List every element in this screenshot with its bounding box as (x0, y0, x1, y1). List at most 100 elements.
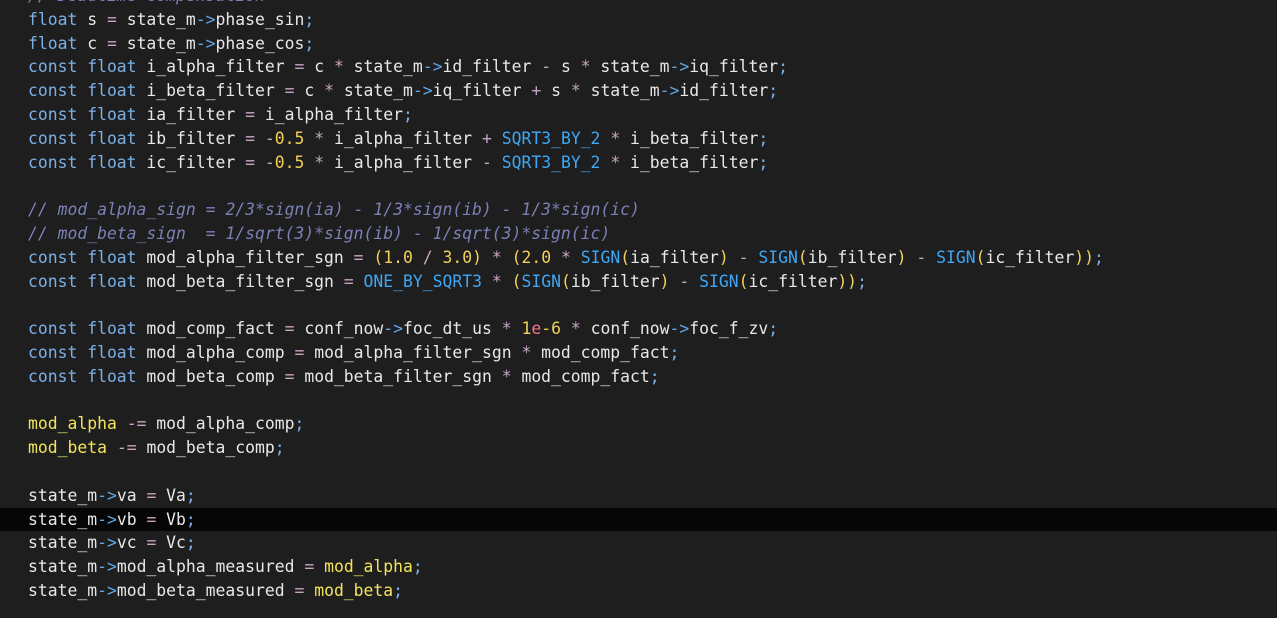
code-token-ident: id_filter (679, 81, 769, 101)
code-token-punct: ; (778, 57, 788, 77)
code-token-punct: ; (768, 81, 779, 101)
code-token-macro: SIGN (521, 271, 561, 291)
code-line[interactable]: // mod_beta_sign = 1/sqrt(3)*sign(ib) - … (0, 222, 1277, 246)
code-token-ident: id_filter (442, 57, 542, 77)
code-token-ident: ic_filter (985, 247, 1075, 267)
code-line-current[interactable]: state_m->vb = Vb; (0, 507, 1277, 532)
code-token-ident: mod_alpha_comp (136, 342, 295, 362)
code-token-punct: ; (758, 128, 769, 148)
code-token-number: 1.0 (383, 247, 413, 267)
code-token-arrow: -> (659, 81, 680, 101)
code-token-arrow: -> (97, 580, 117, 600)
code-token-e: e (531, 319, 542, 339)
code-line[interactable]: state_m->va = Va; (0, 484, 1277, 508)
code-token-ident (364, 248, 374, 267)
code-token-global: mod_alpha (324, 557, 413, 577)
code-token-ident: mod_alpha_filter_sgn (304, 342, 522, 362)
code-line[interactable] (0, 389, 1277, 413)
code-token-punct: ; (393, 580, 404, 600)
code-token-punct: ; (274, 438, 285, 458)
code-token-number: 3.0 (442, 247, 473, 267)
code-token-ident: ic_filter (748, 271, 838, 291)
code-line[interactable]: state_m->vc = Vc; (0, 531, 1277, 555)
code-token-ident (926, 248, 936, 267)
code-token-ident (561, 319, 571, 338)
code-token-ident: conf_now (294, 319, 384, 339)
code-token-number: ( (560, 271, 571, 291)
code-line[interactable] (0, 460, 1277, 484)
code-line[interactable] (0, 174, 1277, 198)
code-token-ident (600, 153, 610, 172)
code-line[interactable]: float s = state_m->phase_sin; (0, 8, 1277, 32)
code-token-ident: i_alpha_filter (324, 152, 482, 172)
code-token-punct: ; (768, 319, 779, 339)
code-token-keyword: const float (28, 342, 137, 362)
code-token-punct: ; (185, 485, 196, 505)
code-line[interactable]: const float mod_beta_filter_sgn = ONE_BY… (0, 270, 1277, 294)
code-token-ident: mod_beta_comp (136, 366, 285, 386)
code-token-keyword: const float (28, 319, 137, 339)
code-token-ident (689, 272, 699, 291)
code-token-comment: // mod_beta_sign = 1/sqrt(3)*sign(ib) - … (28, 223, 611, 243)
code-line[interactable]: const float mod_alpha_comp = mod_alpha_f… (0, 341, 1277, 365)
code-token-ident: phase_cos (215, 33, 305, 53)
code-token-op: -= (126, 414, 147, 434)
code-token-op: * (570, 81, 581, 101)
code-line[interactable]: const float mod_beta_comp = mod_beta_fil… (0, 365, 1277, 389)
code-token-punct: ; (669, 342, 680, 362)
code-token-punct: ; (304, 33, 315, 53)
code-token-ident: i_alpha_filter (255, 104, 404, 124)
code-line[interactable]: state_m->mod_alpha_measured = mod_alpha; (0, 555, 1277, 579)
code-line[interactable]: const float ia_filter = i_alpha_filter; (0, 103, 1277, 127)
code-token-keyword: const float (28, 57, 137, 77)
code-token-ident: ia_filter (630, 247, 719, 267)
code-token-ident: mod_comp_fact (531, 342, 670, 362)
code-token-ident (906, 248, 916, 267)
code-editor[interactable]: // Deadtime compensation float s = state_… (0, 0, 1277, 618)
code-token-ident: i_alpha_filter (324, 128, 482, 148)
code-token-ident: foc_f_zv (689, 319, 769, 339)
code-area[interactable]: // Deadtime compensation float s = state_… (0, 0, 1277, 603)
code-token-macro: ONE_BY_SQRT3 (363, 271, 482, 291)
code-token-ident (670, 272, 680, 291)
code-token-keyword: const float (28, 81, 137, 101)
code-token-ident (492, 129, 502, 148)
code-line[interactable]: // mod_alpha_sign = 2/3*sign(ia) - 1/3*s… (0, 198, 1277, 222)
code-token-op: = (245, 104, 255, 124)
code-token-ident: va (116, 485, 147, 505)
code-token-ident: state_m (28, 533, 98, 553)
code-token-ident: state_m (343, 57, 423, 77)
code-token-ident: c (304, 57, 334, 77)
code-token-number: ( (511, 247, 522, 267)
code-token-op: = (284, 319, 295, 339)
code-line[interactable]: const float i_beta_filter = c * state_m-… (0, 79, 1277, 103)
code-line[interactable]: mod_beta -= mod_beta_comp; (0, 436, 1277, 460)
code-line[interactable]: state_m->mod_beta_measured = mod_beta; (0, 579, 1277, 603)
code-token-number: 0.5 (274, 128, 305, 148)
code-line[interactable]: float c = state_m->phase_cos; (0, 32, 1277, 56)
code-token-op: * (491, 247, 502, 267)
code-token-ident: state_m (116, 9, 196, 29)
code-token-ident (354, 272, 364, 291)
code-line[interactable]: const float mod_alpha_filter_sgn = (1.0 … (0, 246, 1277, 270)
code-line[interactable] (0, 293, 1277, 317)
code-line[interactable]: const float mod_comp_fact = conf_now->fo… (0, 317, 1277, 341)
code-token-op: * (570, 319, 581, 339)
code-token-op: * (580, 57, 591, 77)
code-token-ident: iq_filter (689, 57, 779, 77)
code-token-macro: SIGN (758, 247, 798, 267)
code-line[interactable]: const float ic_filter = -0.5 * i_alpha_f… (0, 151, 1277, 175)
code-token-ident: i_alpha_filter (136, 57, 295, 77)
code-line[interactable]: mod_alpha -= mod_alpha_comp; (0, 412, 1277, 436)
code-token-punct: ; (857, 271, 867, 291)
code-token-ident (304, 153, 314, 172)
code-token-punct: ; (185, 533, 196, 553)
code-line[interactable]: const float ib_filter = -0.5 * i_alpha_f… (0, 127, 1277, 151)
code-token-keyword: float (28, 9, 78, 29)
code-line[interactable]: const float i_alpha_filter = c * state_m… (0, 55, 1277, 79)
code-token-ident: state_m (580, 81, 660, 101)
code-token-ident: Vb (156, 509, 186, 529)
code-line[interactable]: // Deadtime compensation (0, 0, 1277, 8)
code-token-ident: ib_filter (570, 271, 660, 291)
code-token-ident: conf_now (580, 319, 670, 339)
